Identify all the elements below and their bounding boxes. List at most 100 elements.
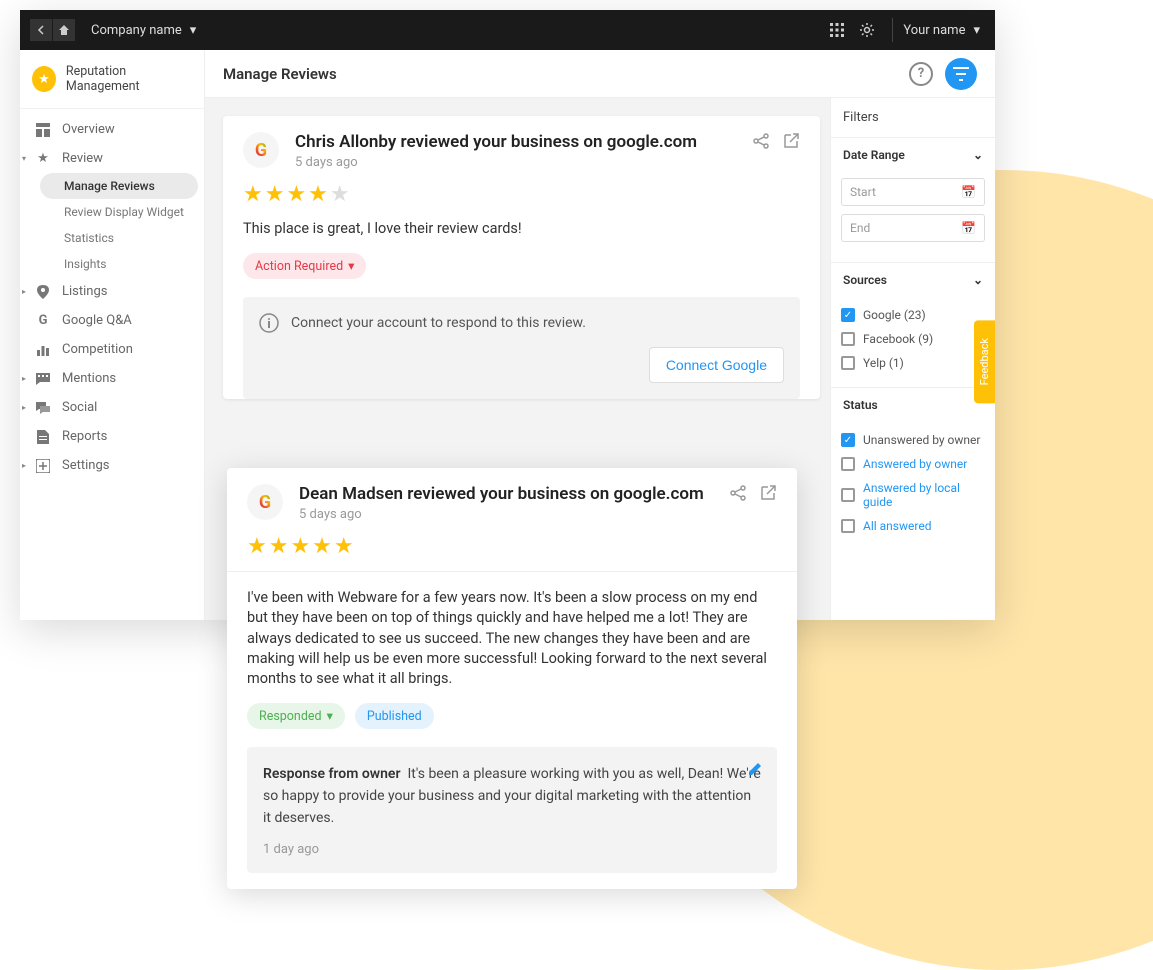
share-icon[interactable] (729, 484, 747, 502)
status-checkbox[interactable]: ✓Unanswered by owner (841, 428, 985, 452)
filter-section-status[interactable]: Status (831, 388, 995, 422)
forum-icon (34, 402, 52, 414)
chart-icon (34, 344, 52, 356)
company-name: Company name (91, 23, 182, 38)
section-label: Sources (843, 273, 887, 287)
brand: ★ Reputation Management (20, 50, 204, 109)
checkbox-icon: ✓ (841, 308, 855, 322)
sidebar-item-competition[interactable]: Competition (20, 335, 204, 364)
user-name: Your name (903, 23, 965, 38)
brand-text: Reputation Management (66, 64, 192, 94)
pin-icon (34, 285, 52, 299)
sidebar-sub-insights[interactable]: Insights (20, 251, 204, 277)
responded-badge[interactable]: Responded▾ (247, 703, 345, 729)
home-button[interactable] (53, 19, 75, 41)
edit-icon[interactable] (747, 761, 763, 777)
status-checkbox[interactable]: Answered by owner (841, 452, 985, 476)
response-label: Response from owner (263, 766, 401, 782)
caret-icon: ▸ (22, 461, 26, 470)
review-card: G Chris Allonby reviewed your business o… (223, 116, 820, 399)
checkbox-label: Answered by owner (863, 457, 967, 471)
sidebar-item-mentions[interactable]: ▸ Mentions (20, 364, 204, 393)
share-icon[interactable] (752, 132, 770, 150)
filter-section-date[interactable]: Date Range ⌄ (831, 138, 995, 172)
status-checkbox[interactable]: All answered (841, 514, 985, 538)
chat-icon (34, 373, 52, 385)
connect-panel: Connect your account to respond to this … (243, 297, 800, 399)
section-label: Date Range (843, 148, 905, 162)
status-checkbox[interactable]: Answered by local guide (841, 476, 985, 514)
review-title: Chris Allonby reviewed your business on … (295, 132, 697, 152)
divider (892, 18, 893, 42)
checkbox-icon (841, 519, 855, 533)
response-time: 1 day ago (263, 842, 761, 857)
review-text: This place is great, I love their review… (223, 219, 820, 253)
date-start-input[interactable]: Start📅 (841, 178, 985, 206)
sidebar-item-listings[interactable]: ▸Listings (20, 277, 204, 306)
sidebar-item-overview[interactable]: Overview (20, 115, 204, 144)
apps-icon[interactable] (822, 15, 852, 45)
sidebar-item-label: Google Q&A (62, 313, 132, 328)
google-avatar-icon: G (247, 484, 283, 520)
gear-icon[interactable] (852, 15, 882, 45)
sidebar-item-reports[interactable]: Reports (20, 422, 204, 451)
open-external-icon[interactable] (759, 484, 777, 502)
action-required-badge[interactable]: Action Required▾ (243, 253, 366, 279)
caret-icon: ▾ (22, 154, 26, 163)
dashboard-icon (34, 123, 52, 137)
company-selector[interactable]: Company name ▾ (91, 23, 196, 38)
page-header: Manage Reviews ? (205, 50, 995, 98)
sidebar-item-label: Settings (62, 458, 109, 473)
source-checkbox[interactable]: Facebook (9) (841, 327, 985, 351)
sidebar-sub-display-widget[interactable]: Review Display Widget (20, 199, 204, 225)
checkbox-label: Yelp (1) (863, 356, 904, 370)
caret-icon: ▸ (22, 374, 26, 383)
date-end-input[interactable]: End📅 (841, 214, 985, 242)
sidebar-sub-manage-reviews[interactable]: Manage Reviews (40, 173, 198, 199)
help-button[interactable]: ? (909, 62, 933, 86)
sidebar-item-social[interactable]: ▸Social (20, 393, 204, 422)
chevron-down-icon: ⌄ (973, 273, 983, 287)
user-menu[interactable]: Your name ▾ (903, 23, 985, 38)
sidebar-item-label: Listings (62, 284, 107, 299)
review-time: 5 days ago (295, 155, 697, 170)
chevron-down-icon: ▾ (190, 23, 197, 38)
calendar-icon: 📅 (961, 221, 976, 235)
checkbox-icon: ✓ (841, 433, 855, 447)
settings-icon (34, 459, 52, 473)
sidebar-item-google-qa[interactable]: GGoogle Q&A (20, 306, 204, 335)
chevron-down-icon: ⌄ (973, 148, 983, 162)
star-icon: ★ (34, 151, 52, 166)
connect-google-button[interactable]: Connect Google (649, 347, 784, 383)
info-icon (259, 313, 279, 333)
checkbox-label: All answered (863, 519, 931, 533)
sidebar-sub-statistics[interactable]: Statistics (20, 225, 204, 251)
badge-label: Responded (259, 709, 322, 724)
sidebar-item-label: Overview (62, 122, 115, 137)
page-title: Manage Reviews (223, 65, 337, 83)
filter-toggle-button[interactable] (945, 58, 977, 90)
placeholder: Start (850, 185, 876, 199)
filters-panel: Filters Date Range⌄ Start📅 End📅 Sources⌄… (830, 98, 995, 620)
sidebar-item-label: Mentions (62, 371, 116, 386)
review-text: I've been with Webware for a few years n… (227, 572, 797, 703)
star-icon: ★ (32, 66, 56, 92)
sidebar-item-settings[interactable]: ▸ Settings (20, 451, 204, 480)
review-title: Dean Madsen reviewed your business on go… (299, 484, 704, 504)
badge-label: Action Required (255, 259, 343, 274)
section-label: Status (843, 398, 878, 412)
checkbox-label: Facebook (9) (863, 332, 933, 346)
open-external-icon[interactable] (782, 132, 800, 150)
source-checkbox[interactable]: Yelp (1) (841, 351, 985, 375)
review-time: 5 days ago (299, 507, 704, 522)
badge-label: Published (367, 709, 422, 724)
source-checkbox[interactable]: ✓ Google (23) (841, 303, 985, 327)
star-rating: ★★★★★ (227, 530, 797, 571)
filter-section-sources[interactable]: Sources ⌄ (831, 263, 995, 297)
back-button[interactable] (30, 19, 52, 41)
published-badge[interactable]: Published (355, 703, 434, 729)
sidebar-item-review[interactable]: ▾★Review (20, 144, 204, 173)
feedback-tab[interactable]: Feedback (974, 320, 995, 403)
checkbox-icon (841, 488, 855, 502)
checkbox-label: Google (23) (863, 308, 926, 322)
